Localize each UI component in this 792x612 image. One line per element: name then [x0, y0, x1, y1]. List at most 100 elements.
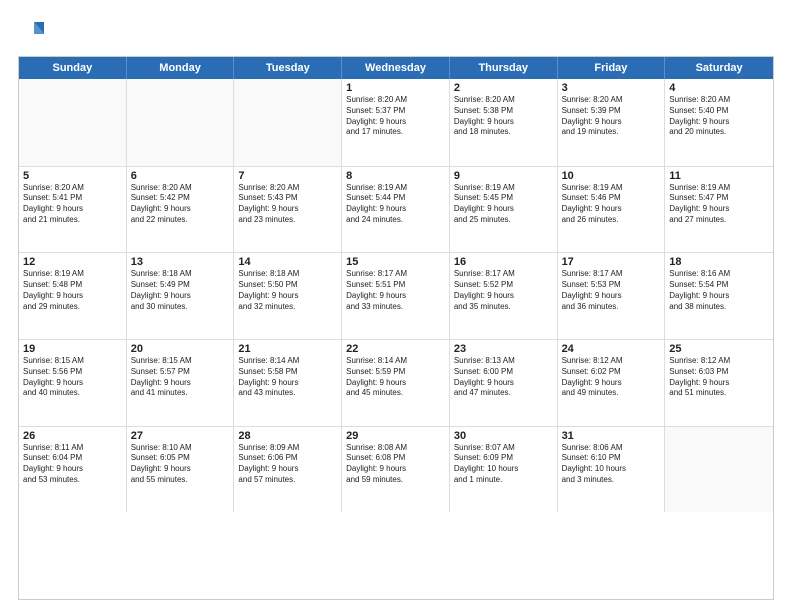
day-cell-1: 1Sunrise: 8:20 AM Sunset: 5:37 PM Daylig…	[342, 79, 450, 166]
logo	[18, 18, 50, 46]
day-number: 4	[669, 82, 769, 94]
day-number: 23	[454, 343, 553, 355]
day-number: 1	[346, 82, 445, 94]
day-number: 2	[454, 82, 553, 94]
day-number: 31	[562, 430, 661, 442]
day-info: Sunrise: 8:18 AM Sunset: 5:50 PM Dayligh…	[238, 269, 337, 312]
day-cell-17: 17Sunrise: 8:17 AM Sunset: 5:53 PM Dayli…	[558, 253, 666, 339]
empty-cell	[234, 79, 342, 166]
day-header-saturday: Saturday	[665, 57, 773, 79]
day-info: Sunrise: 8:18 AM Sunset: 5:49 PM Dayligh…	[131, 269, 230, 312]
calendar-body: 1Sunrise: 8:20 AM Sunset: 5:37 PM Daylig…	[19, 79, 773, 599]
day-info: Sunrise: 8:20 AM Sunset: 5:42 PM Dayligh…	[131, 183, 230, 226]
day-number: 11	[669, 170, 769, 182]
day-header-wednesday: Wednesday	[342, 57, 450, 79]
day-cell-22: 22Sunrise: 8:14 AM Sunset: 5:59 PM Dayli…	[342, 340, 450, 426]
day-number: 9	[454, 170, 553, 182]
day-number: 28	[238, 430, 337, 442]
day-number: 19	[23, 343, 122, 355]
calendar-row-2: 5Sunrise: 8:20 AM Sunset: 5:41 PM Daylig…	[19, 166, 773, 253]
day-number: 30	[454, 430, 553, 442]
day-cell-9: 9Sunrise: 8:19 AM Sunset: 5:45 PM Daylig…	[450, 167, 558, 253]
day-cell-25: 25Sunrise: 8:12 AM Sunset: 6:03 PM Dayli…	[665, 340, 773, 426]
day-number: 29	[346, 430, 445, 442]
day-info: Sunrise: 8:09 AM Sunset: 6:06 PM Dayligh…	[238, 443, 337, 486]
day-number: 6	[131, 170, 230, 182]
day-info: Sunrise: 8:12 AM Sunset: 6:02 PM Dayligh…	[562, 356, 661, 399]
day-info: Sunrise: 8:20 AM Sunset: 5:41 PM Dayligh…	[23, 183, 122, 226]
day-number: 14	[238, 256, 337, 268]
day-cell-27: 27Sunrise: 8:10 AM Sunset: 6:05 PM Dayli…	[127, 427, 235, 513]
day-info: Sunrise: 8:19 AM Sunset: 5:47 PM Dayligh…	[669, 183, 769, 226]
day-header-thursday: Thursday	[450, 57, 558, 79]
day-number: 17	[562, 256, 661, 268]
day-number: 24	[562, 343, 661, 355]
day-info: Sunrise: 8:17 AM Sunset: 5:53 PM Dayligh…	[562, 269, 661, 312]
day-cell-19: 19Sunrise: 8:15 AM Sunset: 5:56 PM Dayli…	[19, 340, 127, 426]
day-cell-15: 15Sunrise: 8:17 AM Sunset: 5:51 PM Dayli…	[342, 253, 450, 339]
day-cell-20: 20Sunrise: 8:15 AM Sunset: 5:57 PM Dayli…	[127, 340, 235, 426]
day-number: 20	[131, 343, 230, 355]
calendar-header: SundayMondayTuesdayWednesdayThursdayFrid…	[19, 57, 773, 79]
day-cell-11: 11Sunrise: 8:19 AM Sunset: 5:47 PM Dayli…	[665, 167, 773, 253]
day-cell-16: 16Sunrise: 8:17 AM Sunset: 5:52 PM Dayli…	[450, 253, 558, 339]
day-info: Sunrise: 8:15 AM Sunset: 5:57 PM Dayligh…	[131, 356, 230, 399]
day-number: 8	[346, 170, 445, 182]
day-cell-13: 13Sunrise: 8:18 AM Sunset: 5:49 PM Dayli…	[127, 253, 235, 339]
day-number: 27	[131, 430, 230, 442]
day-number: 18	[669, 256, 769, 268]
calendar-row-4: 19Sunrise: 8:15 AM Sunset: 5:56 PM Dayli…	[19, 339, 773, 426]
calendar: SundayMondayTuesdayWednesdayThursdayFrid…	[18, 56, 774, 600]
day-info: Sunrise: 8:19 AM Sunset: 5:45 PM Dayligh…	[454, 183, 553, 226]
day-header-tuesday: Tuesday	[234, 57, 342, 79]
day-info: Sunrise: 8:08 AM Sunset: 6:08 PM Dayligh…	[346, 443, 445, 486]
calendar-row-5: 26Sunrise: 8:11 AM Sunset: 6:04 PM Dayli…	[19, 426, 773, 513]
day-cell-14: 14Sunrise: 8:18 AM Sunset: 5:50 PM Dayli…	[234, 253, 342, 339]
day-cell-24: 24Sunrise: 8:12 AM Sunset: 6:02 PM Dayli…	[558, 340, 666, 426]
day-cell-28: 28Sunrise: 8:09 AM Sunset: 6:06 PM Dayli…	[234, 427, 342, 513]
day-cell-4: 4Sunrise: 8:20 AM Sunset: 5:40 PM Daylig…	[665, 79, 773, 166]
day-info: Sunrise: 8:17 AM Sunset: 5:51 PM Dayligh…	[346, 269, 445, 312]
day-info: Sunrise: 8:15 AM Sunset: 5:56 PM Dayligh…	[23, 356, 122, 399]
day-number: 25	[669, 343, 769, 355]
day-cell-6: 6Sunrise: 8:20 AM Sunset: 5:42 PM Daylig…	[127, 167, 235, 253]
day-info: Sunrise: 8:14 AM Sunset: 5:59 PM Dayligh…	[346, 356, 445, 399]
day-info: Sunrise: 8:17 AM Sunset: 5:52 PM Dayligh…	[454, 269, 553, 312]
day-cell-29: 29Sunrise: 8:08 AM Sunset: 6:08 PM Dayli…	[342, 427, 450, 513]
day-number: 7	[238, 170, 337, 182]
day-cell-26: 26Sunrise: 8:11 AM Sunset: 6:04 PM Dayli…	[19, 427, 127, 513]
empty-cell	[127, 79, 235, 166]
day-number: 3	[562, 82, 661, 94]
day-info: Sunrise: 8:19 AM Sunset: 5:46 PM Dayligh…	[562, 183, 661, 226]
day-info: Sunrise: 8:10 AM Sunset: 6:05 PM Dayligh…	[131, 443, 230, 486]
day-info: Sunrise: 8:07 AM Sunset: 6:09 PM Dayligh…	[454, 443, 553, 486]
day-info: Sunrise: 8:20 AM Sunset: 5:40 PM Dayligh…	[669, 95, 769, 138]
day-cell-5: 5Sunrise: 8:20 AM Sunset: 5:41 PM Daylig…	[19, 167, 127, 253]
header	[18, 18, 774, 46]
day-cell-18: 18Sunrise: 8:16 AM Sunset: 5:54 PM Dayli…	[665, 253, 773, 339]
empty-cell	[665, 427, 773, 513]
day-cell-3: 3Sunrise: 8:20 AM Sunset: 5:39 PM Daylig…	[558, 79, 666, 166]
day-info: Sunrise: 8:13 AM Sunset: 6:00 PM Dayligh…	[454, 356, 553, 399]
logo-icon	[18, 18, 46, 46]
day-cell-31: 31Sunrise: 8:06 AM Sunset: 6:10 PM Dayli…	[558, 427, 666, 513]
day-number: 10	[562, 170, 661, 182]
day-info: Sunrise: 8:19 AM Sunset: 5:48 PM Dayligh…	[23, 269, 122, 312]
day-cell-23: 23Sunrise: 8:13 AM Sunset: 6:00 PM Dayli…	[450, 340, 558, 426]
day-number: 16	[454, 256, 553, 268]
day-info: Sunrise: 8:19 AM Sunset: 5:44 PM Dayligh…	[346, 183, 445, 226]
day-info: Sunrise: 8:20 AM Sunset: 5:38 PM Dayligh…	[454, 95, 553, 138]
day-number: 13	[131, 256, 230, 268]
calendar-row-1: 1Sunrise: 8:20 AM Sunset: 5:37 PM Daylig…	[19, 79, 773, 166]
day-cell-12: 12Sunrise: 8:19 AM Sunset: 5:48 PM Dayli…	[19, 253, 127, 339]
day-cell-30: 30Sunrise: 8:07 AM Sunset: 6:09 PM Dayli…	[450, 427, 558, 513]
day-cell-8: 8Sunrise: 8:19 AM Sunset: 5:44 PM Daylig…	[342, 167, 450, 253]
day-cell-21: 21Sunrise: 8:14 AM Sunset: 5:58 PM Dayli…	[234, 340, 342, 426]
day-number: 5	[23, 170, 122, 182]
day-cell-10: 10Sunrise: 8:19 AM Sunset: 5:46 PM Dayli…	[558, 167, 666, 253]
day-number: 22	[346, 343, 445, 355]
day-info: Sunrise: 8:11 AM Sunset: 6:04 PM Dayligh…	[23, 443, 122, 486]
day-info: Sunrise: 8:14 AM Sunset: 5:58 PM Dayligh…	[238, 356, 337, 399]
day-header-monday: Monday	[127, 57, 235, 79]
day-info: Sunrise: 8:16 AM Sunset: 5:54 PM Dayligh…	[669, 269, 769, 312]
